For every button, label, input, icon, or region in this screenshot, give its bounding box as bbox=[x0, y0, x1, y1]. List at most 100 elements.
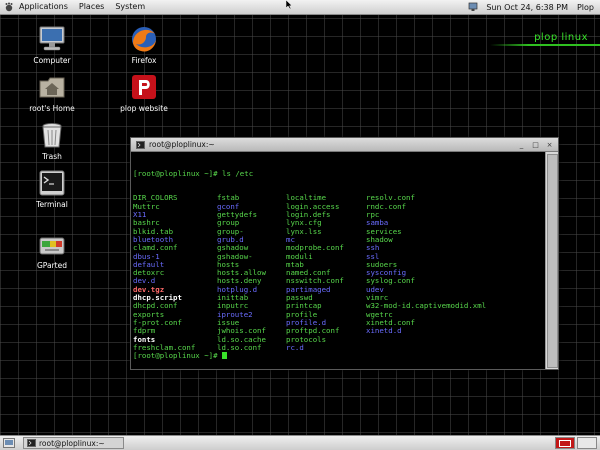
file-entry: dhcpd.conf bbox=[133, 302, 178, 311]
desktop-icon-gparted[interactable]: GParted bbox=[20, 229, 84, 271]
file-entry: gshadow bbox=[217, 244, 249, 253]
workspace-1[interactable] bbox=[555, 437, 575, 449]
desktop-icon-label: root's Home bbox=[29, 104, 75, 113]
file-entry: resolv.conf bbox=[366, 194, 415, 203]
file-entry: printcap bbox=[286, 302, 322, 311]
desktop-icon-computer[interactable]: Computer bbox=[20, 24, 84, 66]
file-entry: f-prot.conf bbox=[133, 318, 182, 327]
menu-applications[interactable]: Applications bbox=[14, 0, 74, 14]
file-entry: login.access bbox=[286, 202, 340, 211]
file-entry: ssl bbox=[366, 252, 380, 261]
terminal-listing-row: detoxrc hosts.allow named.conf sysconfig bbox=[133, 269, 543, 277]
file-entry: clamd.conf bbox=[133, 244, 178, 253]
file-entry: DIR_COLORS bbox=[133, 194, 178, 203]
terminal-small-icon bbox=[136, 140, 145, 149]
file-entry: mc bbox=[286, 235, 295, 244]
file-entry: group- bbox=[217, 227, 244, 236]
file-entry: partimaged bbox=[286, 285, 331, 294]
prompt-line: [root@ploplinux ~]# ls /etc bbox=[133, 168, 254, 178]
file-entry: grub.d bbox=[217, 235, 244, 244]
file-entry: hosts bbox=[217, 260, 240, 269]
file-entry: ld.so.conf bbox=[217, 343, 262, 352]
terminal-listing-row: dhcpd.conf inputrc printcap w32-mod-id.capt… bbox=[133, 302, 543, 310]
file-entry: moduli bbox=[286, 252, 313, 261]
terminal-scrollbar[interactable] bbox=[545, 152, 558, 369]
terminal-listing-row: bashrc group lynx.cfg samba bbox=[133, 219, 543, 227]
file-entry: nsswitch.conf bbox=[286, 277, 344, 286]
final-prompt: [root@ploplinux ~]# bbox=[133, 351, 222, 361]
file-entry: modprobe.conf bbox=[286, 244, 344, 253]
bottom-panel: root@ploplinux:~ bbox=[0, 435, 600, 450]
menu-places[interactable]: Places bbox=[74, 0, 110, 14]
terminal-listing-row: clamd.conf gshadow modprobe.conf ssh bbox=[133, 244, 543, 252]
show-desktop-icon[interactable] bbox=[3, 438, 15, 448]
desktop-icon-label: Trash bbox=[42, 152, 62, 161]
file-entry: default bbox=[133, 260, 165, 269]
desktop-icon-firefox[interactable]: Firefox bbox=[112, 24, 176, 66]
file-entry: ld.so.cache bbox=[217, 335, 266, 344]
terminal-listing-row: X11 gettydefs login.defs rpc bbox=[133, 211, 543, 219]
file-entry: fstab bbox=[217, 194, 240, 203]
firefox-icon bbox=[132, 27, 156, 52]
file-entry: profile.d bbox=[286, 318, 327, 327]
terminal-titlebar[interactable]: root@ploplinux:~ _ □ × bbox=[131, 138, 558, 152]
gparted-icon bbox=[39, 237, 65, 255]
main-menu: Applications Places System bbox=[14, 0, 151, 14]
minimize-icon[interactable]: _ bbox=[516, 140, 527, 150]
file-entry: inittab bbox=[217, 294, 249, 303]
file-entry: shadow bbox=[366, 235, 393, 244]
terminal-listing-row: default hosts mtab sudoers bbox=[133, 261, 543, 269]
file-entry: dhcp.script bbox=[133, 294, 182, 303]
desktop-icon-plop-website[interactable]: plop website bbox=[112, 72, 176, 114]
file-entry: fonts bbox=[133, 335, 156, 344]
user-menu[interactable]: Plop bbox=[571, 3, 600, 12]
desktop-icon-label: Computer bbox=[33, 56, 71, 65]
terminal-listing-row: fdprm jwhois.conf proftpd.conf xinetd.d bbox=[133, 327, 543, 335]
desktop-icon-label: Terminal bbox=[36, 200, 68, 209]
file-entry: proftpd.conf bbox=[286, 327, 340, 336]
file-entry: group bbox=[217, 219, 240, 228]
file-entry: xinetd.conf bbox=[366, 318, 415, 327]
file-entry: bashrc bbox=[133, 219, 160, 228]
computer-icon bbox=[39, 26, 65, 51]
file-entry: protocols bbox=[286, 335, 327, 344]
file-entry: fdprm bbox=[133, 327, 156, 336]
terminal-output[interactable]: [root@ploplinux ~]# ls /etc DIR_COLORS fs… bbox=[133, 153, 543, 360]
gnome-foot-icon[interactable] bbox=[4, 2, 14, 12]
terminal-listing-row: dbus-1 gshadow-moduli ssl bbox=[133, 253, 543, 261]
cursor-block-icon bbox=[222, 352, 227, 360]
desktop-icon-trash[interactable]: Trash bbox=[20, 120, 84, 162]
close-icon[interactable]: × bbox=[544, 140, 555, 150]
brand-text: plop linux bbox=[534, 32, 588, 43]
brand-underline bbox=[490, 44, 600, 46]
desktop-icon-terminal[interactable]: Terminal bbox=[20, 168, 84, 210]
mouse-cursor-icon bbox=[286, 0, 293, 9]
clock[interactable]: Sun Oct 24, 6:38 PM bbox=[483, 3, 571, 12]
file-entry: lynx.lss bbox=[286, 227, 322, 236]
file-entry: jwhois.conf bbox=[217, 327, 266, 336]
file-entry: lynx.cfg bbox=[286, 219, 322, 228]
taskbar-item-label: root@ploplinux:~ bbox=[39, 438, 105, 448]
workspace-2[interactable] bbox=[577, 437, 597, 449]
window-controls: _ □ × bbox=[516, 140, 558, 150]
menu-system[interactable]: System bbox=[110, 0, 151, 14]
file-entry: issue bbox=[217, 318, 240, 327]
desktop-icon-home[interactable]: root's Home bbox=[20, 72, 84, 114]
file-entry bbox=[366, 344, 536, 352]
scrollbar-thumb[interactable] bbox=[547, 154, 558, 368]
terminal-small-icon bbox=[27, 439, 36, 447]
file-entry: dbus-1 bbox=[133, 252, 160, 261]
terminal-listing-row: f-prot.conf issue profile.d xinetd.conf bbox=[133, 319, 543, 327]
taskbar-item-terminal[interactable]: root@ploplinux:~ bbox=[23, 437, 124, 449]
terminal-listing-row: blkid.tab group-lynx.lss services bbox=[133, 228, 543, 236]
file-entry: rndc.conf bbox=[366, 202, 407, 211]
home-folder-icon bbox=[39, 77, 65, 98]
file-entry: gettydefs bbox=[217, 211, 258, 220]
file-entry: inputrc bbox=[217, 302, 249, 311]
file-entry: Muttrc bbox=[133, 202, 160, 211]
terminal-listing-row: bluetooth grub.d mc shadow bbox=[133, 236, 543, 244]
file-entry: dev.tgz bbox=[133, 285, 165, 294]
terminal-window[interactable]: root@ploplinux:~ _ □ × [root@ploplinux ~… bbox=[130, 137, 559, 370]
maximize-icon[interactable]: □ bbox=[530, 140, 541, 150]
network-icon[interactable] bbox=[468, 2, 478, 12]
